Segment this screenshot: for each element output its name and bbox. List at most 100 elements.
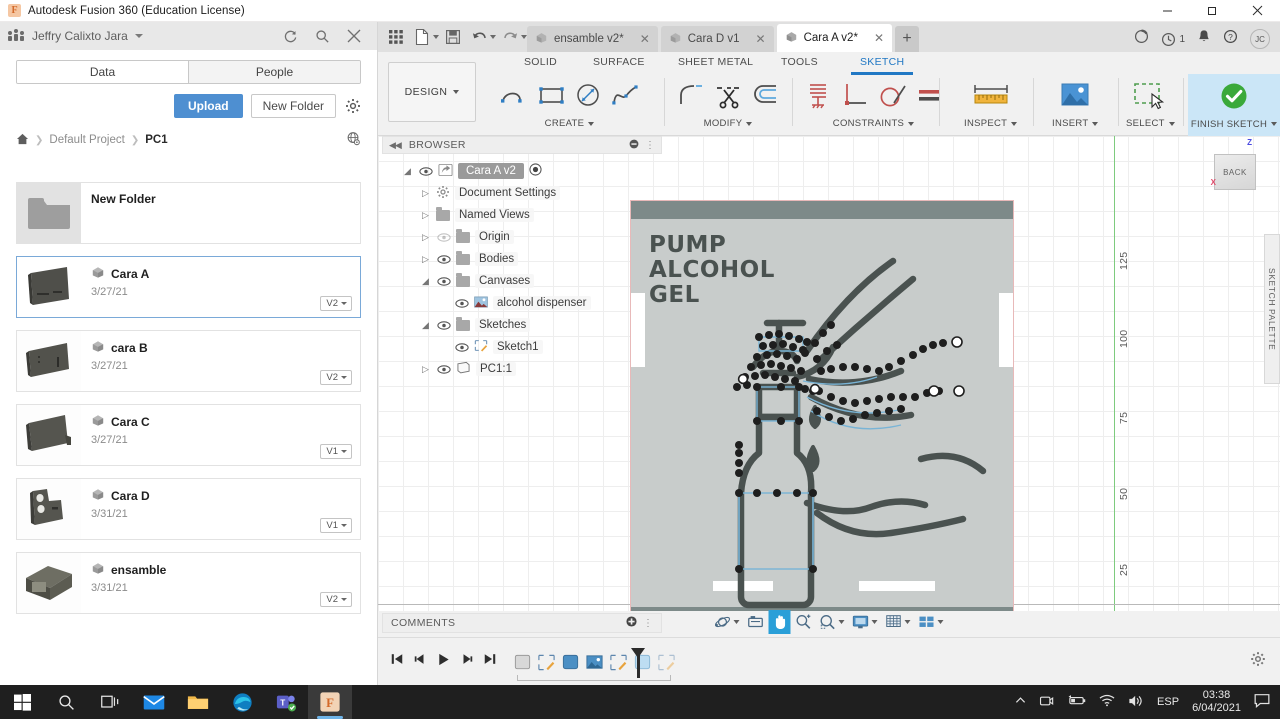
close-button[interactable] [1235,0,1280,22]
chevron-down-icon[interactable] [433,35,439,39]
pan-hand-icon[interactable] [769,610,791,634]
tab-data[interactable]: Data [17,61,188,83]
tree-item-sketches[interactable]: ◢ Sketches [382,314,662,336]
viewports-icon[interactable] [916,610,938,634]
redo-icon[interactable] [498,25,522,49]
eye-icon[interactable] [436,275,451,287]
home-icon[interactable] [16,133,29,148]
ribbon-group-label-constraints[interactable]: CONSTRAINTS [833,118,914,129]
eye-icon[interactable] [418,165,433,177]
sketch-circle-icon[interactable] [572,79,604,116]
tree-item-pc1[interactable]: ▷ PC1:1 [382,358,662,380]
new-document-icon[interactable] [410,25,434,49]
edge-browser[interactable] [220,685,264,719]
language-indicator[interactable]: ESP [1157,696,1179,708]
battery-icon[interactable] [1067,694,1086,710]
tab-people[interactable]: People [188,61,360,83]
search-taskbar[interactable] [44,685,88,719]
close-icon[interactable] [345,27,363,45]
gear-icon[interactable] [344,98,361,115]
eye-icon[interactable] [436,231,451,243]
teams-app[interactable]: T [264,685,308,719]
step-back-icon[interactable] [413,652,427,671]
list-item[interactable]: New Folder [16,182,361,244]
close-icon[interactable]: ✕ [630,32,650,46]
ribbon-group-label-create[interactable]: CREATE [545,118,595,129]
list-item[interactable]: Cara C 3/27/21 V1 [16,404,361,466]
ground-hatch-icon[interactable] [802,79,834,116]
tree-item-origin[interactable]: ▷ Origin [382,226,662,248]
panel-grip-icon[interactable]: ⋮ [643,618,653,629]
equal-icon[interactable] [913,79,945,116]
tree-item-document-settings[interactable]: ▷ Document Settings [382,182,662,204]
wifi-icon[interactable] [1099,694,1115,710]
twisty-collapsed-icon[interactable]: ▷ [420,254,431,265]
timeline-feature-sketch-2[interactable] [607,652,629,674]
maximize-button[interactable] [1190,0,1235,22]
grid-snaps-icon[interactable] [883,610,905,634]
selection-marquee-icon[interactable] [1130,79,1170,116]
eye-icon[interactable] [436,319,451,331]
twisty-expanded-icon[interactable]: ◢ [420,276,431,287]
list-item[interactable]: cara B 3/27/21 V2 [16,330,361,392]
tree-item-cara-a[interactable]: ◢ Cara A v2 [382,160,662,182]
tree-item-bodies[interactable]: ▷ Bodies [382,248,662,270]
job-status-icon[interactable]: 1 [1161,32,1185,47]
tree-item-canvases[interactable]: ◢ Canvases [382,270,662,292]
look-at-icon[interactable] [745,610,767,634]
tangent-circle-icon[interactable] [876,79,908,116]
offset-icon[interactable] [749,79,781,116]
zoom-window-icon[interactable] [793,610,815,634]
trim-scissors-icon[interactable] [712,79,744,116]
chevron-down-icon[interactable] [938,620,944,624]
close-icon[interactable]: ✕ [864,31,884,45]
ribbon-group-label-inspect[interactable]: INSPECT [964,118,1017,129]
sketch-arc-icon[interactable] [498,79,530,116]
twisty-expanded-icon[interactable]: ◢ [402,166,413,177]
eye-icon[interactable] [454,341,469,353]
comments-panel[interactable]: COMMENTS ⋮ [382,613,662,633]
panel-grip-icon[interactable]: ⋮ [645,140,655,151]
zoom-icon[interactable] [817,610,839,634]
start-button[interactable] [0,685,44,719]
new-tab-button[interactable]: + [895,26,919,52]
notification-icon[interactable] [1254,693,1270,711]
extension-icon[interactable] [1134,29,1149,49]
gear-icon[interactable] [1250,651,1266,672]
tab-tools[interactable]: TOOLS [781,56,818,68]
tab-surface[interactable]: SURFACE [593,56,645,68]
chevron-down-icon[interactable] [905,620,911,624]
help-icon[interactable]: ? [1223,29,1238,49]
eye-icon[interactable] [436,253,451,265]
close-icon[interactable]: ✕ [746,32,766,46]
chevron-down-icon[interactable] [839,620,845,624]
camera-icon[interactable] [1039,694,1054,711]
viewcube[interactable]: BACK [1214,154,1256,190]
design-workspace-dropdown[interactable]: DESIGN [388,62,476,122]
new-folder-button[interactable]: New Folder [251,94,336,118]
tab-solid[interactable]: SOLID [524,56,557,68]
fusion-app[interactable]: F [308,685,352,719]
twisty-collapsed-icon[interactable]: ▷ [420,210,431,221]
app-grid-icon[interactable] [384,25,408,49]
finish-sketch-button[interactable]: FINISH SKETCH [1188,74,1280,136]
twisty-collapsed-icon[interactable]: ▷ [420,188,431,199]
timeline-marker[interactable] [637,648,640,678]
canvas-image-alcohol-dispenser[interactable]: PUMP ALCOHOL GEL [630,200,1014,611]
save-icon[interactable] [441,25,465,49]
show-hidden-icons[interactable] [1015,695,1026,709]
timeline-feature-extrude-1[interactable] [559,652,581,674]
version-badge[interactable]: V2 [320,592,352,607]
collapse-left-icon[interactable]: ◀◀ [389,140,401,151]
list-item[interactable]: Cara A 3/27/21 V2 [16,256,361,318]
tab-sheet-metal[interactable]: SHEET METAL [678,56,753,68]
eye-icon[interactable] [454,297,469,309]
play-icon[interactable] [436,652,451,672]
insert-image-icon[interactable] [1058,79,1092,116]
mail-app[interactable] [132,685,176,719]
list-item[interactable]: Cara D 3/31/21 V1 [16,478,361,540]
sketch-rectangle-icon[interactable] [535,79,567,116]
version-badge[interactable]: V1 [320,444,352,459]
version-badge[interactable]: V2 [320,370,352,385]
fillet-icon[interactable] [675,79,707,116]
